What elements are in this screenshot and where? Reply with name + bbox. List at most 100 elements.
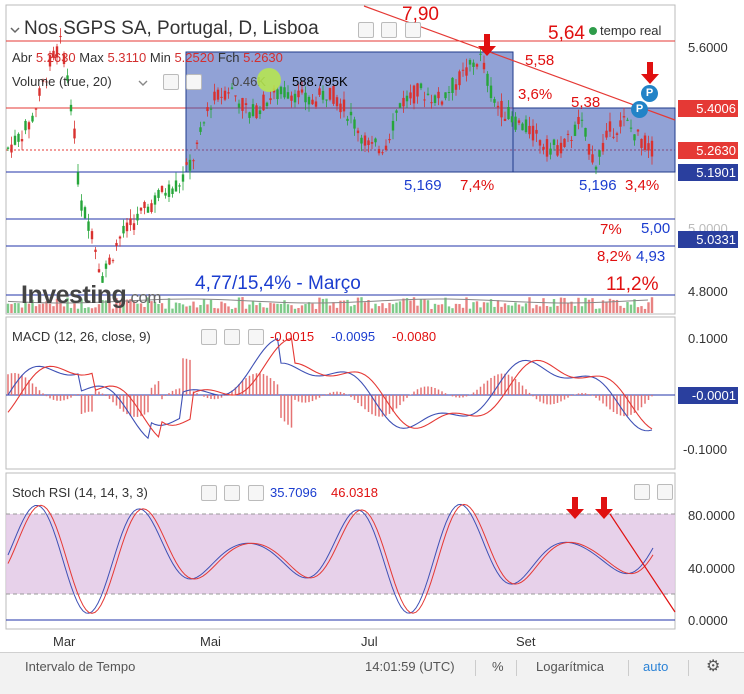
auto-toggle[interactable]: auto (643, 653, 668, 681)
volume-bar (332, 302, 335, 313)
clock-time[interactable]: 14:01:59 (UTC) (365, 653, 455, 681)
volume-bar (223, 303, 227, 313)
symbol-title[interactable]: Nos SGPS SA, Portugal, D, Lisboa (24, 18, 319, 40)
volume-bar (636, 307, 640, 313)
volume-bar (475, 301, 479, 313)
volume-bar (640, 306, 643, 313)
close-icon[interactable] (247, 484, 264, 501)
maximize-icon[interactable] (224, 484, 241, 501)
candle-body (500, 100, 503, 118)
close-icon[interactable] (186, 73, 203, 90)
volume-bar (300, 305, 304, 313)
volume-bar (647, 302, 650, 313)
realtime-badge: tempo real (589, 23, 661, 38)
volume-bar (486, 302, 489, 313)
macd-pane-drawings (6, 337, 675, 440)
gear-icon[interactable]: ⚙ (706, 653, 720, 681)
volume-bar (195, 307, 199, 313)
candle-body (167, 184, 171, 197)
candle-body (566, 133, 570, 135)
volume-bar (13, 303, 17, 313)
candle-body (591, 154, 594, 163)
candle-body (514, 116, 517, 130)
settings-icon[interactable] (201, 484, 217, 501)
chevron-down-icon[interactable] (10, 22, 20, 40)
volume-bar (265, 307, 269, 313)
price-tick-4-80: 4.8000 (688, 284, 728, 299)
volume-bar (402, 298, 405, 313)
time-tick-set: Set (516, 634, 536, 649)
volume-bar (227, 306, 230, 313)
candle-body (335, 97, 339, 107)
move-up-icon[interactable] (634, 483, 650, 500)
candle-body (146, 206, 150, 213)
volume-bar (542, 298, 545, 313)
candle-body (503, 118, 507, 121)
volume-bar (521, 306, 524, 313)
candle-body (388, 138, 391, 141)
candle-body (594, 166, 598, 170)
volume-bar (594, 308, 598, 313)
volume-bar (573, 305, 577, 313)
pivot-marker-1[interactable]: P (641, 85, 658, 102)
candle-body (136, 213, 139, 221)
percent-toggle[interactable]: % (492, 653, 504, 681)
settings-icon[interactable] (163, 73, 179, 90)
pivot-marker-2[interactable]: P (631, 101, 648, 118)
settings-icon[interactable] (358, 21, 374, 38)
macd-title[interactable]: MACD (12, 26, close, 9) (12, 329, 151, 344)
volume-label: Volume (true, 20) (12, 74, 112, 89)
candle-body (605, 130, 608, 138)
volume-bar (468, 308, 472, 313)
open-value: 5.2630 (35, 50, 76, 65)
macd-value-1: -0.0015 (270, 329, 315, 344)
candle-body (416, 83, 419, 97)
candle-body (293, 93, 297, 103)
volume-bar (374, 303, 377, 313)
price-tag-5-40: 5.4006 (678, 100, 738, 117)
volume-bar (17, 303, 20, 313)
candle-body (300, 89, 304, 93)
annotation-7-4pct: 7,4% (460, 177, 495, 194)
volume-bar (538, 306, 542, 313)
realtime-dot-icon (589, 27, 597, 35)
maximize-icon[interactable] (224, 328, 241, 345)
candle-body (244, 103, 248, 106)
volume-bar (489, 299, 493, 313)
volume-legend[interactable]: Volume (true, 20) (12, 74, 112, 89)
volume-bar (447, 306, 451, 313)
candle-body (157, 189, 160, 198)
annotation-8-2pct: 8,2% (597, 248, 632, 265)
interval-button[interactable]: Intervalo de Tempo (25, 653, 135, 681)
volume-bar (584, 297, 587, 313)
stoch-title[interactable]: Stoch RSI (14, 14, 3, 3) (12, 485, 148, 500)
volume-bar (556, 305, 559, 313)
macd-toolbar (198, 328, 264, 346)
candle-body (461, 69, 465, 71)
candle-body (223, 90, 227, 100)
volume-bar (419, 299, 423, 313)
min-label: Min (149, 50, 171, 65)
close-icon[interactable] (247, 328, 264, 345)
close-icon[interactable] (657, 483, 674, 500)
candle-body (24, 120, 27, 131)
maximize-icon[interactable] (381, 21, 398, 38)
volume-bar (258, 302, 262, 313)
candle-body (542, 146, 545, 150)
volume-bar (650, 297, 654, 313)
candle-body (69, 104, 73, 112)
settings-icon[interactable] (201, 328, 217, 345)
candle-body (573, 124, 577, 136)
candle-body (251, 104, 255, 117)
log-toggle[interactable]: Logarítmica (536, 653, 604, 681)
price-chart-canvas[interactable] (0, 0, 744, 652)
candle-body (524, 119, 528, 133)
volume-bar (206, 304, 209, 313)
chevron-down-icon[interactable] (138, 78, 148, 88)
candle-body (339, 103, 342, 113)
candle-body (10, 144, 13, 153)
volume-bar (643, 308, 647, 313)
candle-body (489, 85, 493, 99)
range-box-2 (512, 107, 676, 173)
candle-body (94, 249, 97, 252)
